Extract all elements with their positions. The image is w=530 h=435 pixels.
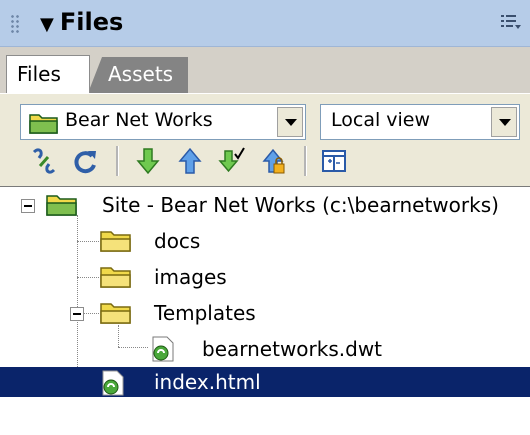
tree-row-folder[interactable]: docs — [0, 223, 530, 259]
tab-assets[interactable]: Assets — [88, 57, 188, 93]
put-files-icon[interactable] — [176, 146, 204, 176]
view-select-dropdown-button[interactable] — [491, 107, 517, 137]
folder-icon — [100, 303, 131, 324]
view-select-value: Local view — [331, 109, 431, 131]
get-files-icon[interactable] — [134, 146, 162, 176]
toolbar-separator — [304, 146, 307, 176]
collapse-toggle-icon[interactable] — [21, 199, 35, 213]
toolbar-separator — [116, 146, 119, 176]
html-file-icon — [102, 370, 124, 396]
collapse-toggle-icon[interactable] — [70, 307, 84, 321]
tree-row-root[interactable]: Site - Bear Net Works (c:\bearnetworks) — [0, 187, 530, 223]
tab-bar: Assets Files — [0, 47, 530, 93]
panel-title-bar[interactable]: ▼ Files — [0, 0, 530, 47]
panel-title-label: Files — [59, 8, 124, 36]
panel-title[interactable]: ▼ Files — [40, 8, 123, 36]
check-out-icon[interactable] — [218, 146, 246, 176]
folder-icon — [100, 231, 131, 252]
tree-item-label: bearnetworks.dwt — [202, 337, 383, 361]
connect-icon[interactable] — [30, 146, 58, 176]
options-menu-icon[interactable] — [500, 12, 522, 32]
tree-item-label: docs — [154, 229, 201, 253]
view-select[interactable]: Local view — [320, 104, 520, 140]
folder-icon — [100, 267, 131, 288]
site-select[interactable]: Bear Net Works — [20, 104, 306, 140]
template-file-icon — [152, 336, 174, 362]
tree-item-label: Templates — [154, 301, 256, 325]
tree-item-label: Site - Bear Net Works (c:\bearnetworks) — [102, 193, 499, 217]
site-folder-icon — [46, 195, 77, 216]
expand-collapse-icon[interactable] — [320, 146, 348, 176]
tree-row-folder[interactable]: Templates — [0, 295, 530, 331]
files-toolbar: Bear Net Works Local view — [0, 93, 530, 186]
tree-row-file[interactable]: bearnetworks.dwt — [0, 331, 530, 367]
site-select-dropdown-button[interactable] — [277, 107, 303, 137]
tree-row-file-selected[interactable]: index.html — [0, 367, 530, 397]
file-tree[interactable]: Site - Bear Net Works (c:\bearnetworks) … — [0, 186, 530, 435]
collapse-triangle-icon[interactable]: ▼ — [40, 14, 54, 35]
tree-item-label: index.html — [154, 370, 261, 394]
panel-grip[interactable] — [10, 14, 20, 34]
tree-item-label: images — [154, 265, 227, 289]
site-folder-icon — [29, 114, 58, 134]
tree-row-folder[interactable]: images — [0, 259, 530, 295]
files-panel: ▼ Files Assets Files Bear Net Works Local — [0, 0, 530, 435]
refresh-icon[interactable] — [72, 146, 100, 176]
tab-files[interactable]: Files — [6, 55, 90, 93]
check-in-icon[interactable] — [260, 146, 288, 176]
site-select-value: Bear Net Works — [65, 109, 213, 131]
